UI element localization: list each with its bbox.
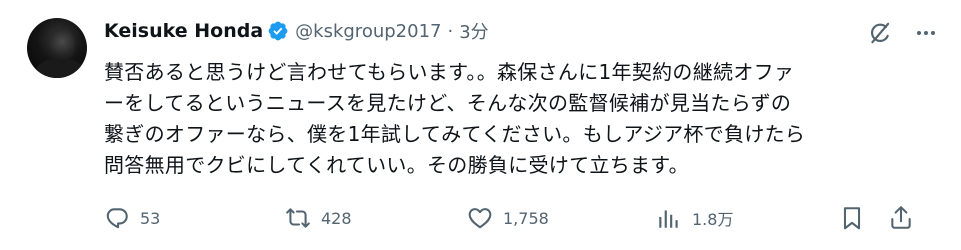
- tweet-text-line: 問答無用でクビにしてくれていい。その勝負に受けて立ちます。: [104, 153, 689, 177]
- analytics-icon: [659, 210, 678, 228]
- tweet-actions: 53 428 1,758 1.8万: [104, 202, 924, 234]
- share-icon: [891, 206, 911, 229]
- like-count: 1,758: [503, 208, 549, 228]
- tweet-header: Keisuke Honda @kskgroup2017 · 3分: [104, 18, 489, 44]
- tweet[interactable]: Keisuke Honda @kskgroup2017 · 3分 賛否あると思う…: [0, 0, 961, 250]
- author-name[interactable]: Keisuke Honda: [104, 20, 263, 42]
- reply-button[interactable]: 53: [104, 202, 160, 234]
- views-button[interactable]: 1.8万: [656, 202, 733, 234]
- reply-icon: [106, 208, 128, 229]
- retweet-button[interactable]: 428: [285, 202, 352, 234]
- heart-icon: [468, 208, 492, 229]
- verified-badge-icon: [267, 20, 289, 42]
- retweet-icon: [286, 208, 310, 228]
- tweet-text-line: 繋ぎのオファーなら、僕を1年試してみてください。もしアジア杯で負けたら: [104, 122, 806, 146]
- avatar-face: [49, 28, 75, 62]
- tweet-text-line: 賛否あると思うけど言わせてもらいます。。森保さんに1年契約の継続オファ: [104, 60, 795, 84]
- more-icon[interactable]: [911, 18, 941, 48]
- like-button[interactable]: 1,758: [467, 202, 549, 234]
- tweet-timestamp[interactable]: 3分: [459, 18, 488, 44]
- author-handle[interactable]: @kskgroup2017: [295, 21, 441, 42]
- reply-count: 53: [140, 208, 161, 228]
- retweet-count: 428: [321, 208, 352, 228]
- grok-icon[interactable]: [865, 18, 895, 48]
- bookmark-icon: [843, 207, 861, 230]
- share-button[interactable]: [888, 202, 914, 234]
- tweet-top-icons: [849, 18, 941, 48]
- views-count: 1.8万: [692, 210, 734, 229]
- bookmark-button[interactable]: [839, 202, 865, 234]
- avatar[interactable]: [27, 18, 87, 78]
- tweet-text-line: ーをしてるというニュースを見たけど、そんな次の監督候補が見当たらずの: [104, 91, 792, 115]
- header-separator: ·: [447, 20, 454, 42]
- tweet-text: 賛否あると思うけど言わせてもらいます。。森保さんに1年契約の継続オファ ーをして…: [104, 57, 904, 181]
